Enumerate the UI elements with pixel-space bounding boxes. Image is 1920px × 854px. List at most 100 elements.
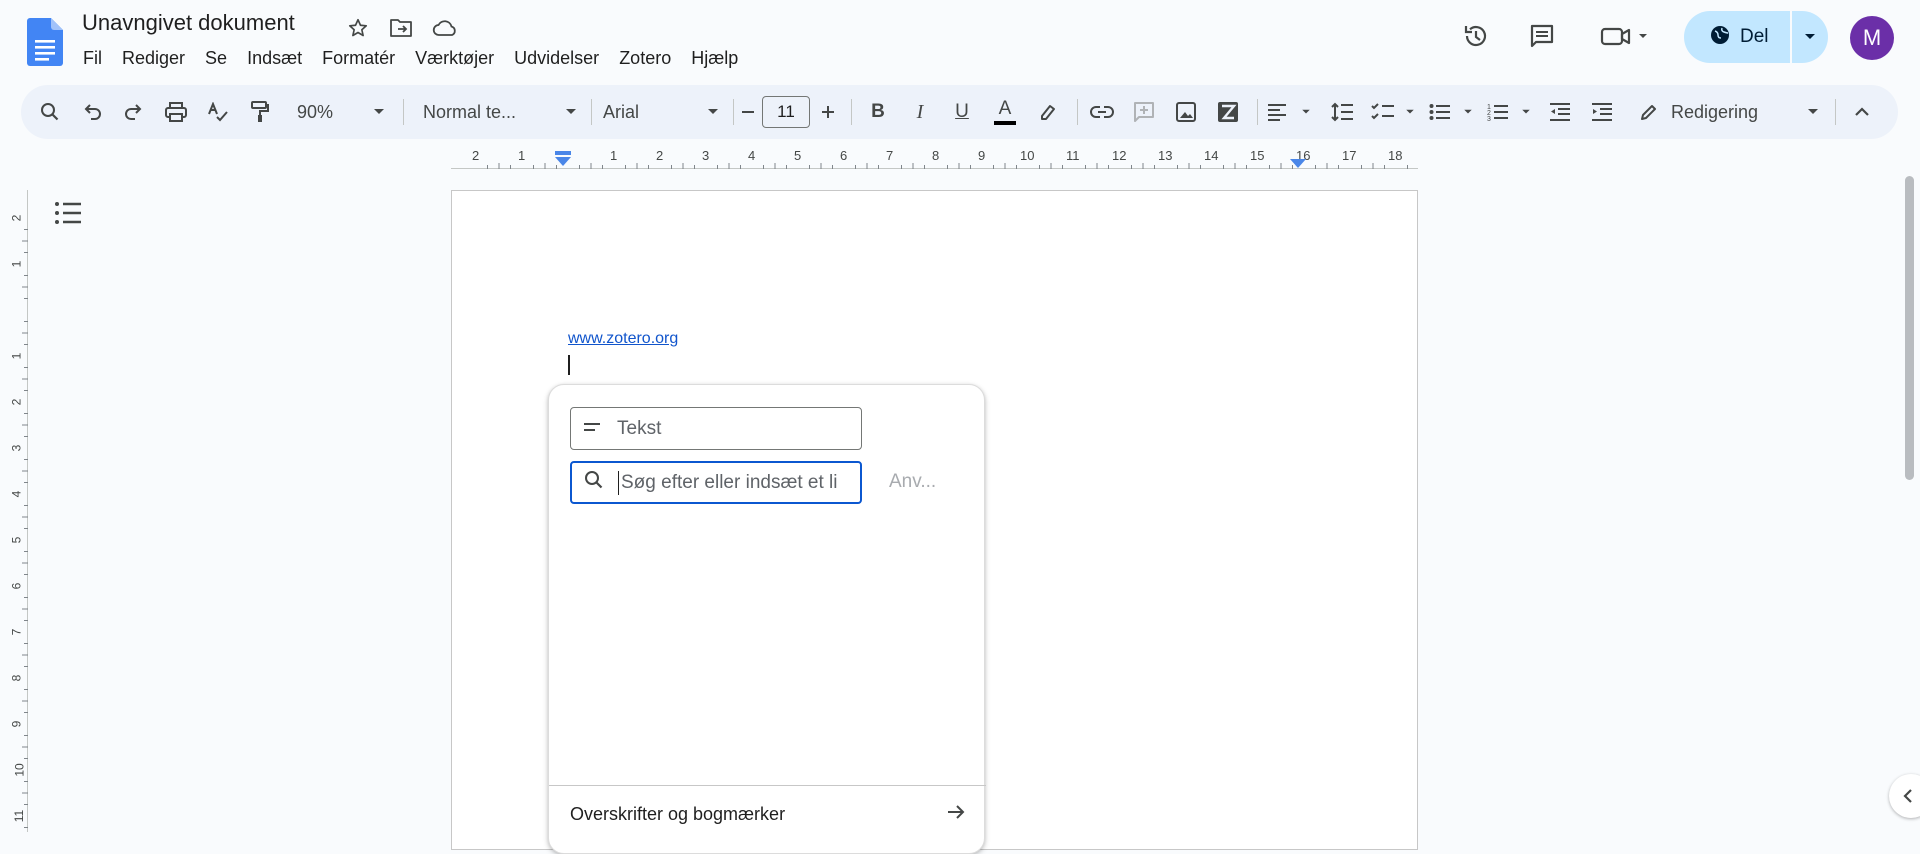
ruler-number: 2 [472, 148, 480, 163]
link-url-field[interactable] [570, 461, 862, 504]
ruler-number: 14 [1204, 148, 1219, 163]
redo-icon[interactable] [119, 94, 149, 130]
formatting-toolbar: 90% Normal te... Arial 11 B I U A 1 2 3 … [21, 85, 1898, 139]
zotero-insert-icon[interactable] [1213, 94, 1243, 130]
menu-bar: Fil Rediger Se Indsæt Formatér Værktøjer… [73, 46, 748, 71]
link-text-field[interactable] [570, 407, 862, 450]
ruler-number: 8 [9, 674, 24, 682]
spellcheck-icon[interactable] [203, 94, 233, 130]
pencil-icon [1641, 105, 1656, 120]
link-url-input[interactable] [618, 470, 848, 495]
ruler-number: 2 [9, 214, 24, 222]
bulleted-list-select[interactable] [1429, 94, 1473, 130]
menu-file[interactable]: Fil [73, 46, 112, 71]
font-family-select[interactable]: Arial [593, 94, 723, 130]
zoom-value: 90% [297, 101, 334, 122]
left-indent-marker-icon[interactable] [554, 151, 572, 172]
align-select[interactable] [1267, 94, 1311, 130]
insert-link-dialog: Anv... Overskrifter og bogmærker [548, 384, 986, 854]
menu-help[interactable]: Hjælp [681, 46, 748, 71]
menu-insert[interactable]: Indsæt [237, 46, 312, 71]
underline-icon[interactable]: U [947, 94, 977, 130]
share-dropdown-icon[interactable] [1792, 11, 1828, 63]
menu-zotero[interactable]: Zotero [609, 46, 681, 71]
horizontal-ruler[interactable]: 2 1 1 2 3 4 5 6 7 8 9 10 11 12 13 14 15 16 17 18 [451, 147, 1418, 169]
side-panel-chevron-left-icon[interactable] [1889, 774, 1920, 818]
paragraph-style-value: Normal te... [423, 101, 517, 122]
share-button[interactable]: Del [1684, 11, 1790, 63]
search-icon [584, 470, 604, 495]
docs-logo-icon[interactable] [27, 18, 63, 71]
increase-font-size-icon[interactable] [815, 94, 841, 130]
ruler-number: 3 [702, 148, 710, 163]
document-outline-icon[interactable] [54, 200, 84, 230]
ruler-number: 4 [748, 148, 756, 163]
italic-icon[interactable]: I [905, 94, 935, 130]
ruler-number: 9 [978, 148, 986, 163]
headings-and-bookmarks-link[interactable]: Overskrifter og bogmærker [549, 786, 986, 842]
menu-view[interactable]: Se [195, 46, 237, 71]
decrease-indent-icon[interactable] [1545, 94, 1575, 130]
chevron-down-icon [565, 103, 577, 121]
zoom-select[interactable]: 90% [293, 94, 389, 130]
menu-format[interactable]: Formatér [312, 46, 405, 71]
ruler-number: 8 [932, 148, 940, 163]
insert-image-icon[interactable] [1171, 94, 1201, 130]
right-indent-marker-icon[interactable] [1289, 157, 1307, 175]
font-size-input[interactable]: 11 [762, 96, 810, 128]
star-icon[interactable] [344, 14, 372, 42]
vertical-ruler[interactable]: 2 1 1 2 3 4 5 6 7 8 9 10 11 [9, 190, 28, 832]
apply-link-button[interactable]: Anv... [889, 471, 936, 493]
text-color-icon[interactable]: A [989, 94, 1021, 130]
link-text-input[interactable] [615, 416, 845, 441]
share-button-group: Del [1684, 11, 1828, 63]
toolbar-divider [1257, 99, 1258, 125]
svg-text:3: 3 [1487, 116, 1491, 122]
text-lines-icon [583, 420, 601, 438]
ruler-number: 18 [1388, 148, 1403, 163]
toolbar-divider [733, 99, 734, 125]
chevron-down-icon [1406, 109, 1414, 114]
paint-format-icon[interactable] [245, 94, 275, 130]
meet-video-icon[interactable] [1594, 14, 1654, 58]
account-avatar[interactable]: M [1850, 16, 1894, 60]
checklist-select[interactable] [1371, 94, 1415, 130]
editing-mode-select[interactable]: Redigering [1633, 94, 1825, 130]
ruler-number: 4 [9, 490, 24, 498]
ruler-number: 1 [9, 260, 24, 268]
insert-link-icon[interactable] [1087, 94, 1117, 130]
menu-extensions[interactable]: Udvidelser [504, 46, 609, 71]
ruler-number: 11 [1066, 148, 1080, 163]
undo-icon[interactable] [77, 94, 107, 130]
hide-menus-chevron-up-icon[interactable] [1847, 94, 1877, 130]
search-menus-icon[interactable] [35, 94, 65, 130]
toolbar-divider [1835, 99, 1836, 125]
increase-indent-icon[interactable] [1587, 94, 1617, 130]
numbered-list-select[interactable]: 123 [1487, 94, 1531, 130]
headings-and-bookmarks-label: Overskrifter og bogmærker [570, 803, 786, 824]
document-title[interactable]: Unavngivet dokument [82, 10, 295, 36]
highlight-color-icon[interactable] [1033, 94, 1063, 130]
document-hyperlink[interactable]: www.zotero.org [568, 330, 678, 348]
print-icon[interactable] [161, 94, 191, 130]
paragraph-style-select[interactable]: Normal te... [419, 94, 581, 130]
move-folder-icon[interactable] [387, 14, 415, 42]
chevron-down-icon [1464, 109, 1472, 114]
add-comment-icon[interactable] [1129, 94, 1159, 130]
toolbar-divider [1077, 99, 1078, 125]
menu-tools[interactable]: Værktøjer [405, 46, 504, 71]
arrow-right-icon [946, 804, 966, 825]
comments-icon[interactable] [1520, 14, 1564, 58]
cloud-status-icon[interactable] [431, 14, 459, 42]
line-spacing-icon[interactable] [1327, 94, 1357, 130]
decrease-font-size-icon[interactable] [737, 94, 759, 130]
version-history-icon[interactable] [1454, 14, 1498, 58]
ruler-number: 7 [9, 628, 24, 636]
chevron-down-icon [1522, 109, 1530, 114]
vertical-scrollbar[interactable] [1905, 176, 1914, 480]
menu-edit[interactable]: Rediger [112, 46, 195, 71]
ruler-number: 6 [9, 582, 24, 590]
chevron-down-icon [707, 103, 719, 121]
globe-icon [1710, 25, 1730, 50]
bold-icon[interactable]: B [863, 94, 893, 130]
